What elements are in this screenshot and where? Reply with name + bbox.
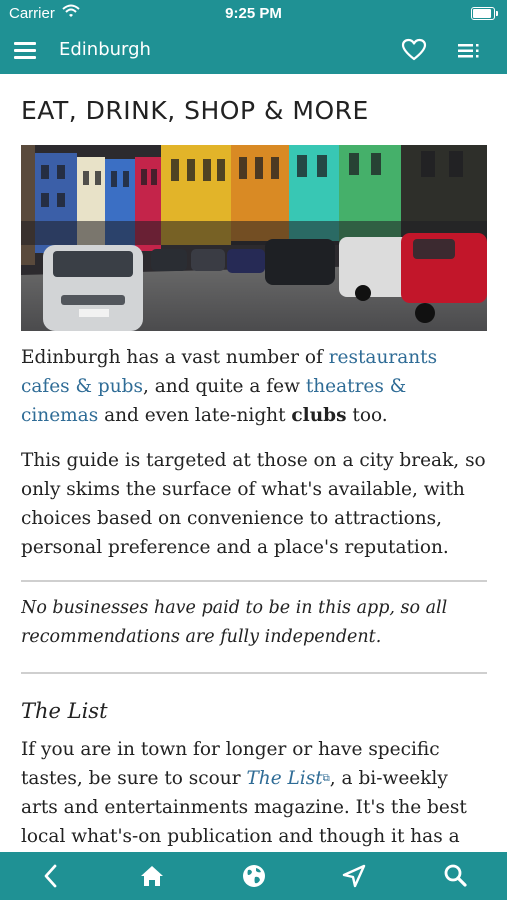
heart-icon[interactable] — [401, 37, 427, 67]
intro-text-3: and even late-night — [98, 405, 292, 426]
divider — [21, 672, 487, 674]
divider — [21, 580, 487, 582]
battery-icon — [471, 7, 498, 20]
bottom-tab-bar — [0, 852, 507, 900]
location-arrow-icon[interactable] — [339, 861, 369, 891]
status-bar: Carrier 9:25 PM — [0, 0, 507, 28]
nav-title: Edinburgh — [59, 39, 151, 60]
section-heading-the-list: The List — [21, 699, 108, 723]
external-link-icon: ⧉ — [322, 773, 330, 784]
menu-icon[interactable] — [14, 39, 38, 63]
clubs-text: clubs — [291, 405, 347, 426]
intro-text-4: too. — [346, 405, 388, 426]
nav-bar: Edinburgh — [0, 28, 507, 74]
article-content[interactable]: EAT, DRINK, SHOP & MORE Edinburgh has a … — [21, 74, 487, 852]
intro-text-1: Edinburgh has a vast number of — [21, 347, 329, 368]
contents-list-icon[interactable] — [457, 40, 483, 62]
guide-paragraph: This guide is targeted at those on a cit… — [21, 450, 486, 558]
the-list-link[interactable]: The List⧉ — [246, 768, 329, 789]
independence-note: No businesses have paid to be in this ap… — [21, 598, 448, 647]
page-title: EAT, DRINK, SHOP & MORE — [21, 96, 369, 125]
back-chevron-icon[interactable] — [36, 861, 66, 891]
search-icon[interactable] — [441, 861, 471, 891]
intro-text-2: , and quite a few — [143, 376, 306, 397]
home-icon[interactable] — [137, 861, 167, 891]
the-list-paragraph: If you are in town for longer or have sp… — [21, 735, 487, 852]
status-time: 9:25 PM — [225, 5, 282, 22]
street-photo — [21, 145, 487, 331]
globe-icon[interactable] — [239, 861, 269, 891]
battery-fill — [473, 9, 491, 18]
the-list-link-label: The List — [246, 768, 323, 789]
intro-paragraph: Edinburgh has a vast number of restauran… — [21, 343, 487, 430]
